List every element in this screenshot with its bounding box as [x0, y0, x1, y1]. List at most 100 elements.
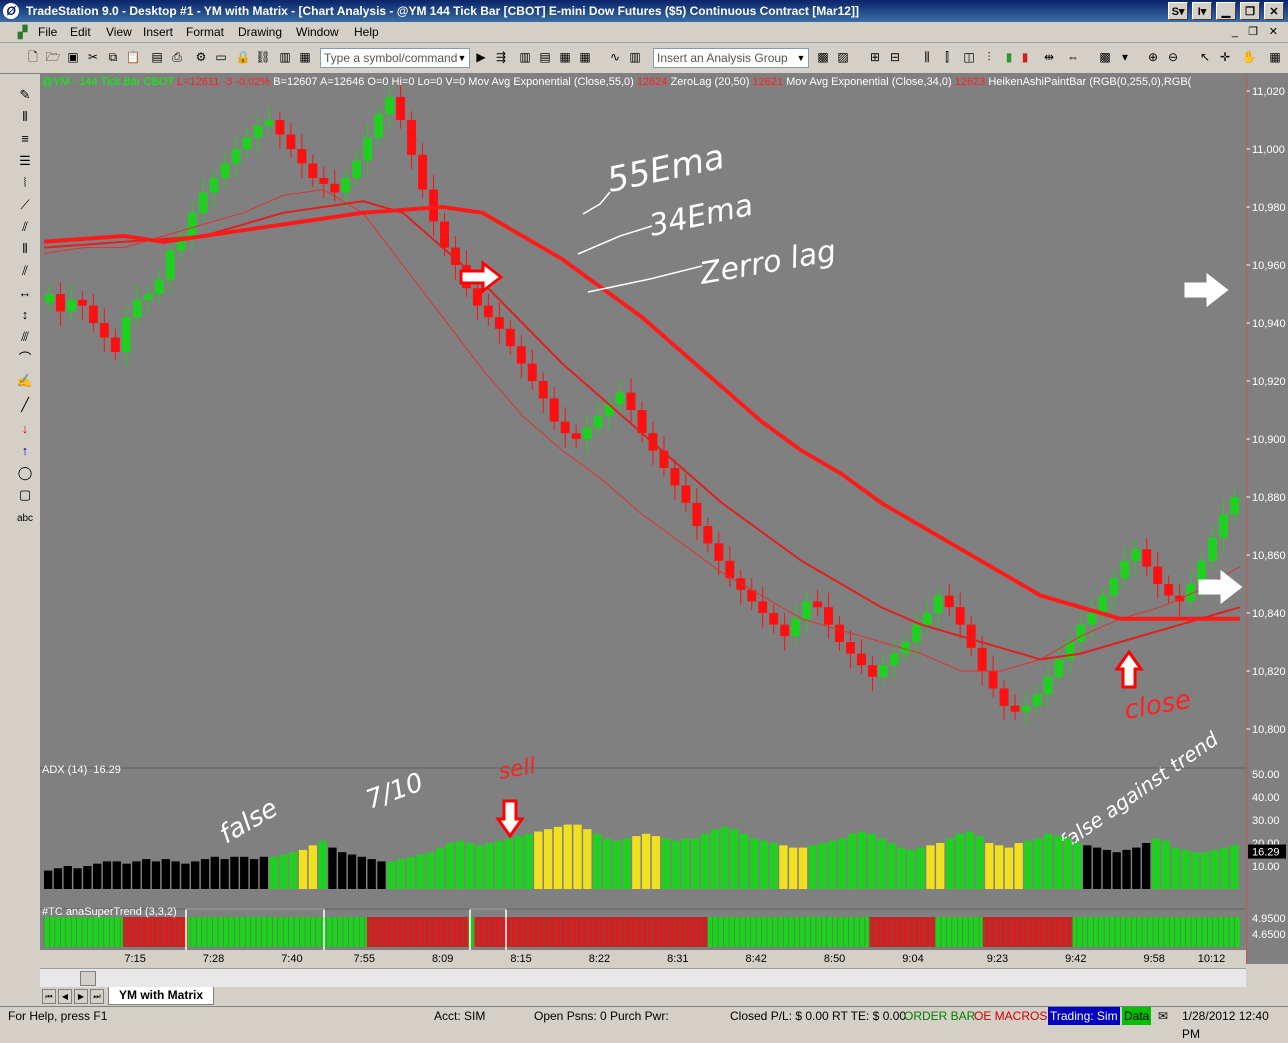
oe-macros-button[interactable]: OE MACROS	[974, 1007, 1047, 1025]
settings-icon[interactable]: ⚙	[192, 48, 210, 66]
pointer-icon[interactable]: ↖	[1196, 48, 1214, 66]
arc-icon[interactable]: ⌒	[14, 350, 36, 368]
pitchfork-icon[interactable]: ⟋	[14, 196, 36, 214]
close-button[interactable]: ✕	[1264, 2, 1284, 20]
tab-ym-with-matrix[interactable]: YM with Matrix	[108, 987, 215, 1005]
candles-icon[interactable]: ⫼	[918, 48, 936, 66]
menu-drawing[interactable]: Drawing	[234, 22, 286, 42]
color-dropdown-icon[interactable]: ▾	[1116, 48, 1134, 66]
regression-icon[interactable]: ⫽	[14, 262, 36, 280]
horizontal-scrollbar[interactable]	[40, 968, 1246, 987]
freehand-icon[interactable]: ✍	[14, 372, 36, 390]
radar-icon[interactable]: ◫	[960, 48, 978, 66]
candle-body	[813, 601, 823, 608]
prev-tab-icon[interactable]: ◀	[58, 989, 72, 1004]
restore-button[interactable]: ❐	[1240, 2, 1260, 20]
child-restore-button[interactable]: ❐	[1244, 22, 1262, 42]
symbol-input[interactable]: Type a symbol/command ▼	[320, 48, 470, 68]
scrollbar-thumb[interactable]	[80, 971, 96, 986]
horizontal-arrow-icon[interactable]: ↔	[14, 284, 36, 302]
data-badge[interactable]: Data	[1122, 1007, 1152, 1025]
bars-icon[interactable]: ⫿	[938, 48, 956, 66]
menu-view[interactable]: View	[102, 22, 136, 42]
chevron-down-icon[interactable]: ▼	[794, 49, 808, 67]
menu-file[interactable]: File	[34, 22, 61, 42]
menu-edit[interactable]: Edit	[66, 22, 95, 42]
more-icon[interactable]: ▦	[1266, 48, 1284, 66]
link-icon[interactable]: ⛓	[254, 48, 272, 66]
up-arrow-icon[interactable]: ↑	[14, 442, 36, 460]
menu-format[interactable]: Format	[182, 22, 228, 42]
copy-icon[interactable]: ⧉	[104, 48, 122, 66]
menu-insert[interactable]: Insert	[139, 22, 177, 42]
first-tab-icon[interactable]: ⏮	[42, 989, 56, 1004]
expand-icon[interactable]: ⇹	[1040, 48, 1058, 66]
minimize-button[interactable]: ▁	[1216, 2, 1236, 20]
workspace-tab-bar: ⏮ ◀ ▶ ⏭ YM with Matrix	[40, 987, 1288, 1005]
bar-chart-icon[interactable]: ▥	[276, 48, 294, 66]
chevron-down-icon[interactable]: ▼	[455, 49, 469, 67]
red-candle-icon[interactable]: ▮	[1016, 48, 1034, 66]
indicator-icon[interactable]: ∿	[606, 48, 624, 66]
last-tab-icon[interactable]: ⏭	[90, 989, 104, 1004]
lock-icon[interactable]: 🔒	[234, 48, 252, 66]
next-tab-icon[interactable]: ▶	[74, 989, 88, 1004]
strategy-icon[interactable]: ▥	[626, 48, 644, 66]
child-close-button[interactable]: ✕	[1265, 22, 1282, 42]
chart-type-icon[interactable]: ⊞	[866, 48, 884, 66]
down-arrow-icon[interactable]: ↓	[14, 420, 36, 438]
chart-area[interactable]: 55Ema 34Ema Zerro lag close false 7/10 sell fal…	[40, 74, 1246, 964]
trading-sim-badge[interactable]: Trading: Sim	[1048, 1007, 1120, 1025]
order-bar-button[interactable]: ORDER BAR	[904, 1007, 975, 1025]
adx-bar	[906, 849, 915, 889]
fib-timezone-icon[interactable]: ⦀	[14, 240, 36, 258]
print-preview-icon[interactable]: ▤	[148, 48, 166, 66]
cut-icon[interactable]: ✂	[84, 48, 102, 66]
fib-icon[interactable]: ☰	[14, 152, 36, 170]
price-chart-svg[interactable]: 55Ema34EmaZerro lag close false 7/10 sell fal…	[40, 74, 1246, 964]
candle-body	[681, 485, 691, 503]
data-window-icon[interactable]: ▥	[516, 48, 534, 66]
fan-icon[interactable]: ⫽	[14, 218, 36, 236]
text-tool-icon[interactable]: abc	[14, 510, 36, 528]
zoom-out-icon[interactable]: ⊖	[1164, 48, 1182, 66]
table-icon[interactable]: ▦	[576, 48, 594, 66]
layout-icon[interactable]: ⊟	[886, 48, 904, 66]
hand-icon[interactable]: ✋	[1240, 48, 1258, 66]
trendline-icon[interactable]: ╱	[14, 396, 36, 414]
horizontal-lines-icon[interactable]: ≡	[14, 130, 36, 148]
pencil-icon[interactable]: ✎	[14, 86, 36, 104]
analysis-group-select[interactable]: Insert an Analysis Group ▼	[653, 48, 809, 68]
menu-help[interactable]: Help	[350, 22, 383, 42]
ellipse-icon[interactable]: ◯	[14, 464, 36, 482]
play-icon[interactable]: ▶	[472, 48, 490, 66]
format-icon[interactable]: ▤	[536, 48, 554, 66]
crosshair-icon[interactable]: ✛	[1216, 48, 1234, 66]
save-icon[interactable]: ▣	[64, 48, 82, 66]
message-icon[interactable]: ✉	[1158, 1007, 1168, 1025]
zoom-in-icon[interactable]: ⊕	[1144, 48, 1162, 66]
options-menu-button[interactable]: I▾	[1192, 2, 1212, 20]
open-folder-icon[interactable]: 🗁	[44, 48, 62, 66]
gann-icon[interactable]: ⦚	[14, 174, 36, 192]
compare-icon[interactable]: ▨	[834, 48, 852, 66]
compress-icon[interactable]: ⇔	[1064, 48, 1082, 66]
rectangle-icon[interactable]: ▢	[14, 486, 36, 504]
grid-icon[interactable]: ▦	[296, 48, 314, 66]
ohlc-icon[interactable]: ⫶	[980, 48, 998, 66]
menu-window[interactable]: Window	[292, 22, 343, 42]
paste-icon[interactable]: 📋	[124, 48, 142, 66]
new-icon[interactable]: 🗋	[24, 48, 42, 66]
price-axis[interactable]: 11,020 11,000 10,980 10,960 10,940 10,920 10,9…	[1246, 74, 1288, 964]
system-menu-button[interactable]: S▾	[1168, 2, 1188, 20]
channel-icon[interactable]: ⫻	[14, 328, 36, 346]
vertical-lines-icon[interactable]: ⦀	[14, 108, 36, 126]
matrix-icon[interactable]: ▦	[556, 48, 574, 66]
analysis-icon[interactable]: ▩	[814, 48, 832, 66]
print-icon[interactable]: ⎙	[168, 48, 186, 66]
vertical-arrow-icon[interactable]: ↕	[14, 306, 36, 324]
color-scheme-icon[interactable]: ▩	[1096, 48, 1114, 66]
window-icon[interactable]: ▭	[212, 48, 230, 66]
child-minimize-button[interactable]: _	[1228, 22, 1242, 42]
symbol-link-icon[interactable]: ⇶	[492, 48, 510, 66]
